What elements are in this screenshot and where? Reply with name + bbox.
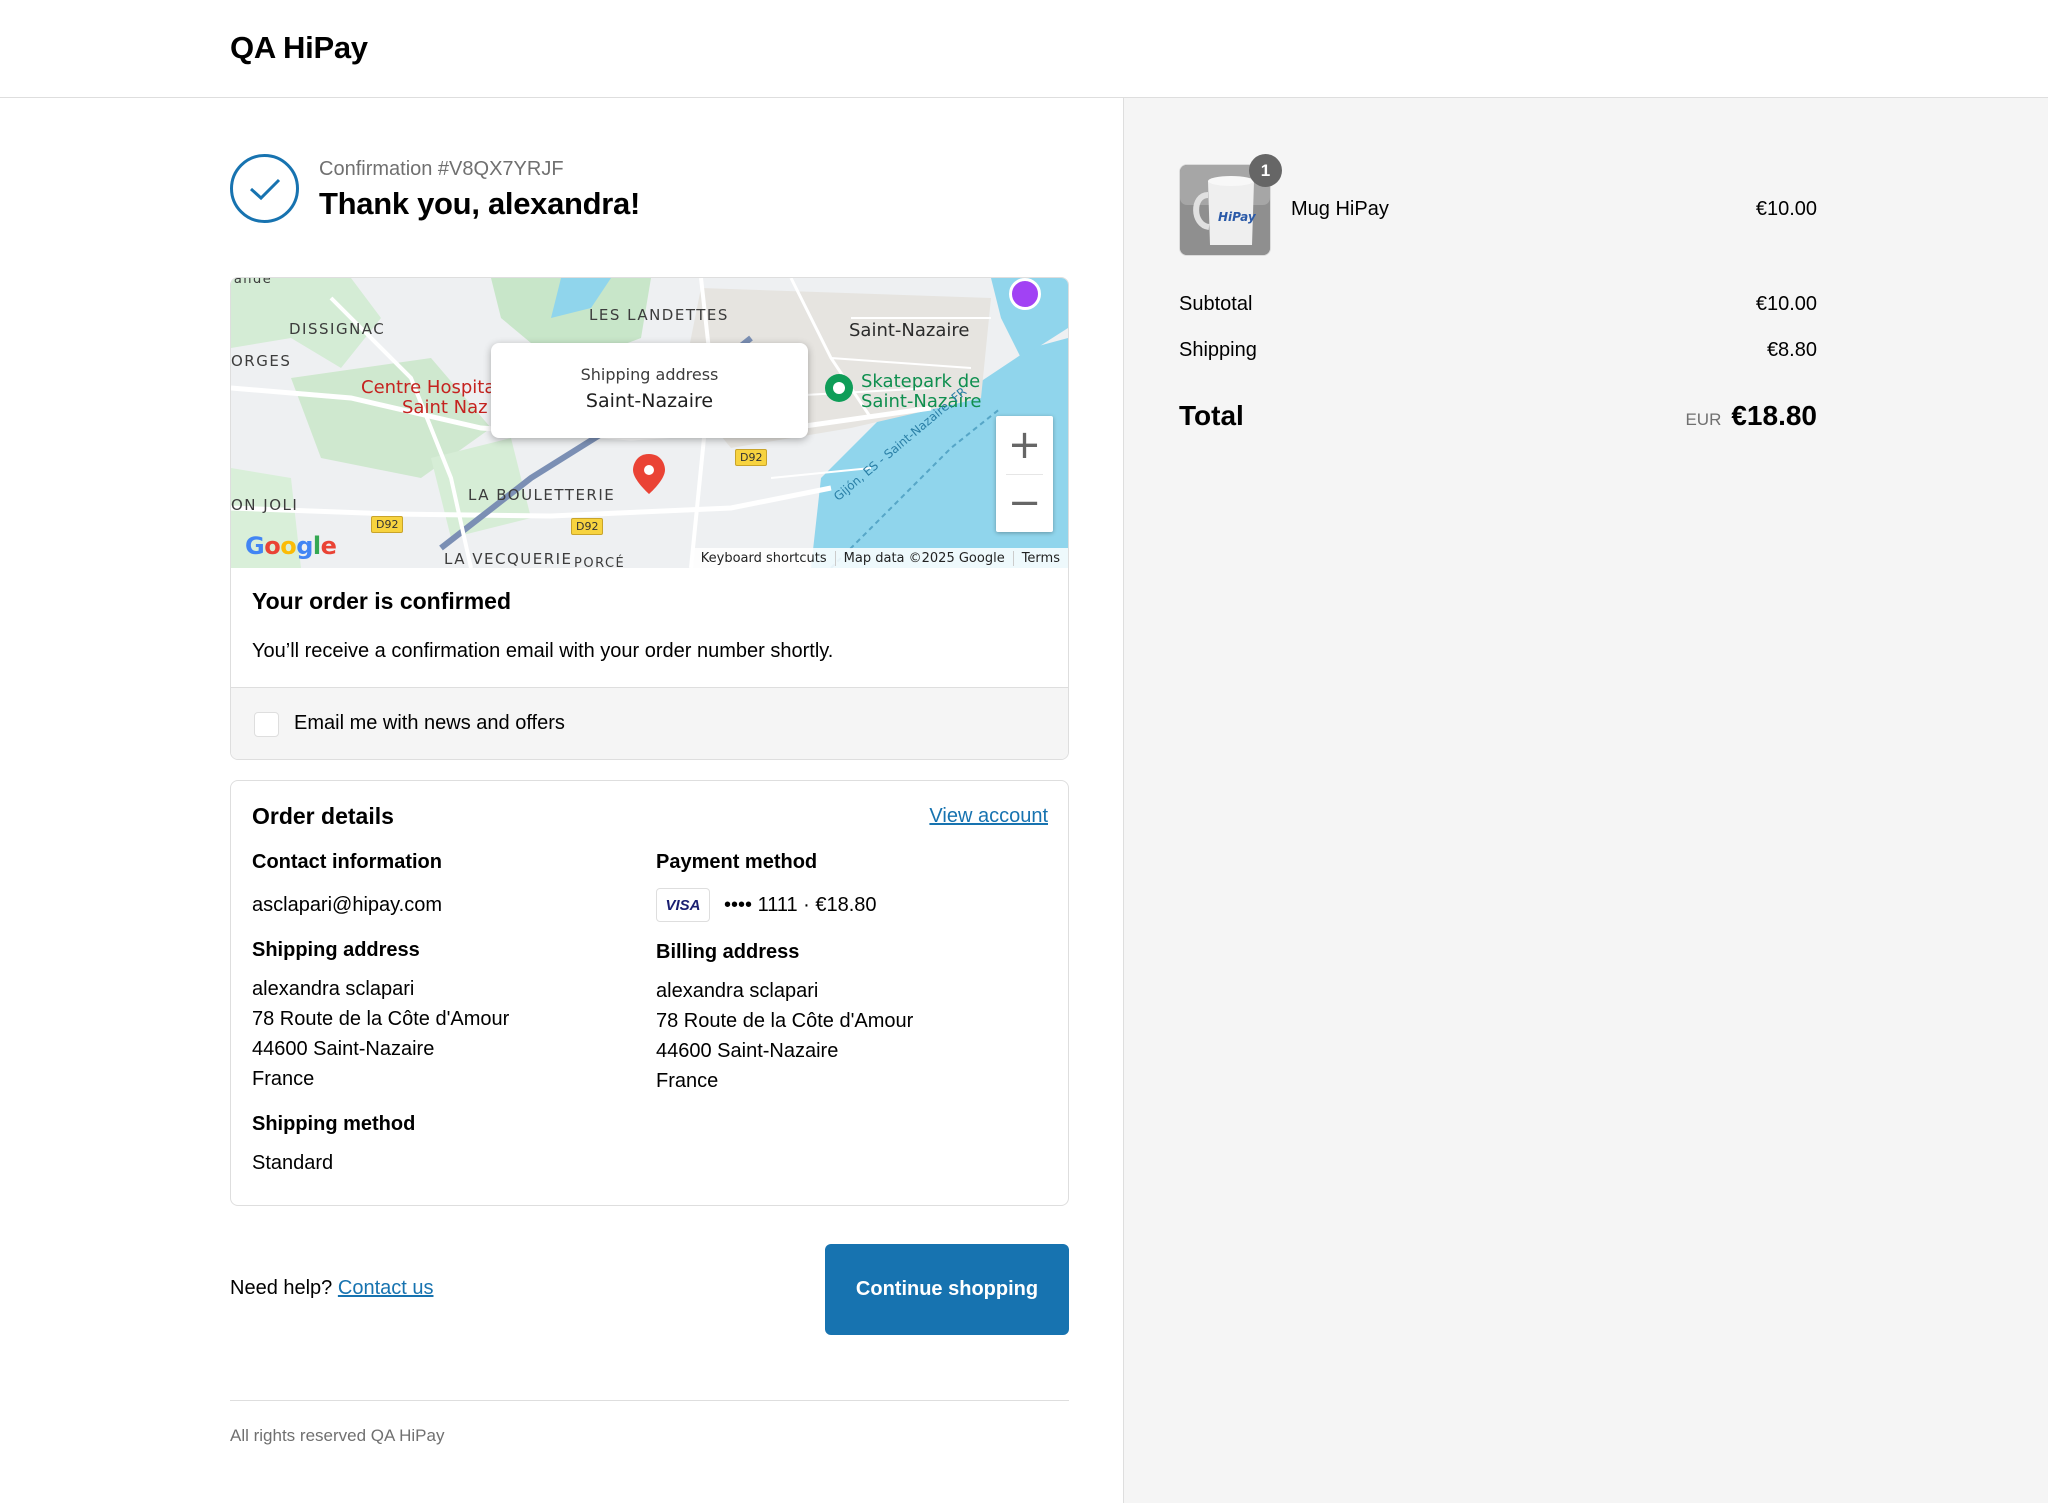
shipping-method-section: Shipping method Standard: [252, 1113, 632, 1178]
newsletter-checkbox[interactable]: [254, 712, 279, 737]
shipping-address-section: Shipping address alexandra sclapari 78 R…: [252, 939, 632, 1094]
details-right-column: Payment method VISA •••• 1111 · €18.80 B…: [656, 851, 1036, 1115]
google-logo-letter: g: [296, 532, 313, 560]
contact-info-heading: Contact information: [252, 851, 442, 873]
billing-address-section: Billing address alexandra sclapari 78 Ro…: [656, 941, 1036, 1096]
camera-icon[interactable]: [1009, 278, 1041, 310]
visa-card-icon: VISA: [656, 888, 710, 922]
zoom-divider: [1006, 474, 1043, 475]
address-line: France: [656, 1070, 719, 1092]
keyboard-shortcuts-link[interactable]: Keyboard shortcuts: [693, 551, 835, 566]
map-poi-hospital-line2: Saint Naz: [402, 397, 488, 418]
google-logo-letter: o: [280, 532, 297, 560]
shipping-map[interactable]: rande DISSIGNAC ORGES LES LANDETTES Sain…: [231, 278, 1068, 568]
zoom-control: + −: [996, 416, 1053, 532]
map-label-saint-nazaire: Saint-Nazaire: [849, 320, 970, 341]
google-logo-letter: e: [320, 532, 337, 560]
quantity-badge: 1: [1249, 154, 1282, 187]
address-line: France: [252, 1068, 315, 1090]
address-line: 78 Route de la Côte d'Amour: [656, 1010, 914, 1032]
total-label: Total: [1179, 400, 1244, 431]
map-label-les-landettes: LES LANDETTES: [589, 306, 729, 324]
help-text: Need help? Contact us: [230, 1277, 433, 1300]
poi-icon: [825, 374, 853, 402]
terms-link[interactable]: Terms: [1012, 550, 1068, 566]
newsletter-label[interactable]: Email me with news and offers: [294, 712, 565, 735]
map-data-attribution: Map data ©2025 Google: [834, 550, 1013, 566]
check-icon: [230, 154, 299, 223]
shipping-row: Shipping €8.80: [1179, 339, 1817, 362]
subtotal-row: Subtotal €10.00: [1179, 293, 1817, 316]
address-line: 78 Route de la Côte d'Amour: [252, 1008, 510, 1030]
address-line: 44600 Saint-Nazaire: [252, 1038, 435, 1060]
help-prefix: Need help?: [230, 1277, 333, 1299]
google-logo-letter: G: [245, 532, 265, 560]
contact-email: asclapari@hipay.com: [252, 894, 443, 916]
address-line: 44600 Saint-Nazaire: [656, 1040, 839, 1062]
shipping-value: €8.80: [1766, 339, 1817, 361]
google-logo-letter: o: [264, 532, 281, 560]
shipping-label: Shipping: [1179, 339, 1257, 361]
map-poi-hospital-line1: Centre Hospita: [361, 377, 496, 398]
map-label-top-left: rande: [231, 278, 273, 287]
popup-city: Saint-Nazaire: [585, 390, 714, 412]
newsletter-row[interactable]: Email me with news and offers: [231, 687, 1068, 759]
footer-rights: All rights reserved QA HiPay: [230, 1426, 445, 1445]
google-logo[interactable]: Google: [245, 532, 337, 560]
map-label-la-vecquerie: LA VECQUERIE: [444, 550, 573, 568]
road-badge: D92: [571, 518, 604, 535]
shipping-method-heading: Shipping method: [252, 1113, 416, 1135]
map-label-la-bouletterie: LA BOULETTERIE: [468, 486, 616, 504]
total-amount: €18.80: [1731, 400, 1817, 431]
contact-info-section: Contact information asclapari@hipay.com: [252, 851, 632, 920]
order-confirmed-card: rande DISSIGNAC ORGES LES LANDETTES Sain…: [230, 277, 1069, 760]
road-badge: D92: [735, 449, 768, 466]
shipping-address-heading: Shipping address: [252, 939, 420, 961]
currency-code: EUR: [1685, 410, 1722, 429]
map-label-dissignac: DISSIGNAC: [289, 320, 386, 338]
google-logo-letter: l: [312, 532, 321, 560]
payment-method-section: Payment method VISA •••• 1111 · €18.80: [656, 851, 1036, 922]
contact-us-link[interactable]: Contact us: [338, 1277, 434, 1299]
payment-summary: •••• 1111 · €18.80: [724, 893, 877, 916]
thank-you-heading: Thank you, alexandra!: [319, 186, 641, 221]
subtotal-label: Subtotal: [1179, 293, 1253, 315]
payment-row: VISA •••• 1111 · €18.80: [656, 888, 1036, 922]
popup-title: Shipping address: [580, 365, 719, 384]
confirmation-number: Confirmation #V8QX7YRJF: [319, 158, 564, 180]
address-line: alexandra sclapari: [252, 978, 415, 1000]
order-details-title: Order details: [252, 803, 394, 829]
site-header: QA HiPay: [0, 0, 2048, 98]
product-price: €10.00: [1755, 198, 1817, 220]
shipping-address-popup: Shipping address Saint-Nazaire: [491, 343, 808, 438]
continue-shopping-button[interactable]: Continue shopping: [825, 1244, 1069, 1335]
zoom-in-button[interactable]: +: [996, 416, 1053, 474]
map-footer: Keyboard shortcuts Map data ©2025 Google…: [692, 548, 1068, 568]
store-brand[interactable]: QA HiPay: [230, 30, 368, 66]
details-left-column: Contact information asclapari@hipay.com …: [252, 851, 632, 1197]
product-name: Mug HiPay: [1291, 198, 1389, 220]
total-row: Total EUR €18.80: [1179, 400, 1817, 432]
mug-logo-text: HiPay: [1218, 210, 1257, 224]
map-label-orges: ORGES: [231, 352, 292, 370]
order-details-card: Order details View account Contact infor…: [230, 780, 1069, 1206]
map-label-on-joli: ON JOLI: [231, 496, 299, 514]
order-confirmed-title: Your order is confirmed: [252, 588, 512, 614]
payment-method-heading: Payment method: [656, 851, 818, 873]
view-account-link[interactable]: View account: [929, 805, 1048, 828]
total-value-group: EUR €18.80: [1685, 400, 1817, 432]
road-badge: D92: [371, 516, 404, 533]
subtotal-value: €10.00: [1755, 293, 1817, 315]
footer-divider: [230, 1400, 1069, 1401]
zoom-out-button[interactable]: −: [996, 474, 1053, 532]
address-line: alexandra sclapari: [656, 980, 819, 1002]
order-confirmed-message: You’ll receive a confirmation email with…: [252, 640, 834, 662]
shipping-method-value: Standard: [252, 1152, 334, 1174]
map-label-porce: PORCÉ: [574, 556, 626, 568]
billing-address-heading: Billing address: [656, 941, 800, 963]
